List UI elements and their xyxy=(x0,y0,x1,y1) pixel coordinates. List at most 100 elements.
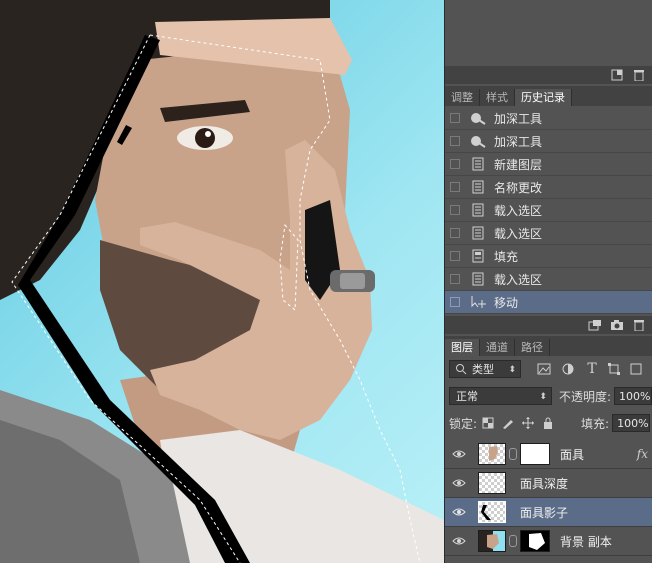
snapshot-checkbox[interactable] xyxy=(450,251,460,261)
tab-adjustments[interactable]: 调整 xyxy=(445,89,480,106)
document-icon xyxy=(470,180,486,194)
trash-icon[interactable] xyxy=(632,69,646,81)
fill-input[interactable]: 100% xyxy=(612,414,651,432)
history-item-label: 填充 xyxy=(494,249,519,264)
lock-label: 锁定: xyxy=(449,416,478,431)
layer-name: 面具深度 xyxy=(520,476,569,491)
lock-fill-row: 锁定: 填充: 100% xyxy=(445,412,652,434)
layer-thumbnail xyxy=(478,501,506,523)
filter-kind-select[interactable]: 类型 ⬍ xyxy=(449,360,521,378)
shape-filter-icon[interactable] xyxy=(607,363,621,375)
tab-channels[interactable]: 通道 xyxy=(480,339,515,356)
history-item-label: 加深工具 xyxy=(494,134,543,149)
history-item-label: 新建图层 xyxy=(494,157,543,172)
tab-layers[interactable]: 图层 xyxy=(445,339,480,356)
history-item-label: 载入选区 xyxy=(494,272,543,287)
burn-tool-icon xyxy=(470,134,486,148)
eye-icon[interactable] xyxy=(450,478,468,488)
new-document-from-state-icon[interactable] xyxy=(588,319,602,331)
panels-dock: 调整 样式 历史记录 加深工具 加深工具 新建图层 名称更改 载入选区 载入选区… xyxy=(444,0,652,563)
fill-icon xyxy=(470,249,486,263)
camera-icon[interactable] xyxy=(610,319,624,331)
snapshot-checkbox[interactable] xyxy=(450,228,460,238)
eye-icon[interactable] xyxy=(450,449,468,459)
snapshot-checkbox[interactable] xyxy=(450,159,460,169)
document-icon xyxy=(470,226,486,240)
blend-mode-value: 正常 xyxy=(456,390,478,403)
history-item[interactable]: 载入选区 xyxy=(445,222,652,245)
lock-transparent-pixels-icon[interactable] xyxy=(481,417,495,429)
history-item[interactable]: 载入选区 xyxy=(445,199,652,222)
history-item-label: 载入选区 xyxy=(494,203,543,218)
smart-object-filter-icon[interactable] xyxy=(629,363,643,375)
history-item[interactable]: 填充 xyxy=(445,245,652,268)
chevron-down-icon: ⬍ xyxy=(539,392,547,402)
history-item[interactable]: 载入选区 xyxy=(445,268,652,291)
snapshot-checkbox[interactable] xyxy=(450,182,460,192)
layer-thumbnail xyxy=(478,472,506,494)
layer-row[interactable]: 面具深度 xyxy=(445,469,652,498)
tab-history[interactable]: 历史记录 xyxy=(515,89,572,106)
lock-image-pixels-icon[interactable] xyxy=(501,417,515,429)
document-icon xyxy=(470,272,486,286)
blend-mode-select[interactable]: 正常 ⬍ xyxy=(449,387,552,405)
fx-icon[interactable]: fx xyxy=(637,447,648,461)
fill-label: 填充: xyxy=(581,416,610,431)
history-item[interactable]: 移动 xyxy=(445,291,652,314)
history-panel-tabs: 调整 样式 历史记录 xyxy=(445,86,652,106)
history-item-label: 载入选区 xyxy=(494,226,543,241)
tab-paths[interactable]: 路径 xyxy=(515,339,550,356)
blend-opacity-row: 正常 ⬍ 不透明度: 100% xyxy=(445,385,652,407)
history-list: 加深工具 加深工具 新建图层 名称更改 载入选区 载入选区 填充 载入选区 移动 xyxy=(445,107,652,314)
history-item-label: 移动 xyxy=(494,295,519,310)
document-icon xyxy=(470,203,486,217)
eye-icon[interactable] xyxy=(450,536,468,546)
link-icon xyxy=(509,535,517,547)
layer-row[interactable]: 面具影子 xyxy=(445,498,652,527)
snapshot-checkbox[interactable] xyxy=(450,297,460,307)
opacity-input[interactable]: 100% xyxy=(614,387,652,405)
history-item-label: 加深工具 xyxy=(494,111,543,126)
snapshot-checkbox[interactable] xyxy=(450,136,460,146)
snapshot-checkbox[interactable] xyxy=(450,113,460,123)
move-tool-icon xyxy=(470,295,486,309)
search-icon xyxy=(455,361,467,383)
layer-mask-thumbnail xyxy=(520,443,550,465)
type-filter-icon[interactable]: T xyxy=(585,361,599,377)
chevron-down-icon: ⬍ xyxy=(508,365,516,375)
photo-illustration xyxy=(0,0,444,563)
layer-row[interactable]: 背景 副本 xyxy=(445,527,652,556)
layer-name: 背景 副本 xyxy=(560,534,612,549)
document-canvas[interactable] xyxy=(0,0,444,563)
opacity-label: 不透明度: xyxy=(558,389,611,404)
snapshot-checkbox[interactable] xyxy=(450,205,460,215)
trash-icon[interactable] xyxy=(632,319,646,331)
eye-icon[interactable] xyxy=(450,507,468,517)
adjustment-filter-icon[interactable] xyxy=(561,363,575,375)
top-panel-footer xyxy=(445,66,652,84)
tab-styles[interactable]: 样式 xyxy=(480,89,515,106)
layer-thumbnail xyxy=(478,530,506,552)
layer-filter-row: 类型 ⬍ T xyxy=(445,358,652,380)
layer-row[interactable]: 面具 fx xyxy=(445,440,652,469)
history-item[interactable]: 加深工具 xyxy=(445,107,652,130)
filter-kind-value: 类型 xyxy=(472,363,494,376)
history-item[interactable]: 新建图层 xyxy=(445,153,652,176)
document-icon xyxy=(470,157,486,171)
link-icon xyxy=(509,448,517,460)
history-item[interactable]: 加深工具 xyxy=(445,130,652,153)
lock-all-icon[interactable] xyxy=(541,417,555,429)
layer-mask-thumbnail xyxy=(520,530,550,552)
snapshot-checkbox[interactable] xyxy=(450,274,460,284)
pixel-filter-icon[interactable] xyxy=(537,363,551,375)
new-icon[interactable] xyxy=(610,69,624,81)
history-panel-footer xyxy=(445,316,652,334)
layer-name: 面具 xyxy=(560,447,585,462)
layer-thumbnail xyxy=(478,443,506,465)
lock-position-icon[interactable] xyxy=(521,417,535,429)
history-item[interactable]: 名称更改 xyxy=(445,176,652,199)
panel-empty-top xyxy=(445,0,652,66)
layers-panel-tabs: 图层 通道 路径 xyxy=(445,336,652,356)
history-item-label: 名称更改 xyxy=(494,180,543,195)
layer-name: 面具影子 xyxy=(520,505,569,520)
